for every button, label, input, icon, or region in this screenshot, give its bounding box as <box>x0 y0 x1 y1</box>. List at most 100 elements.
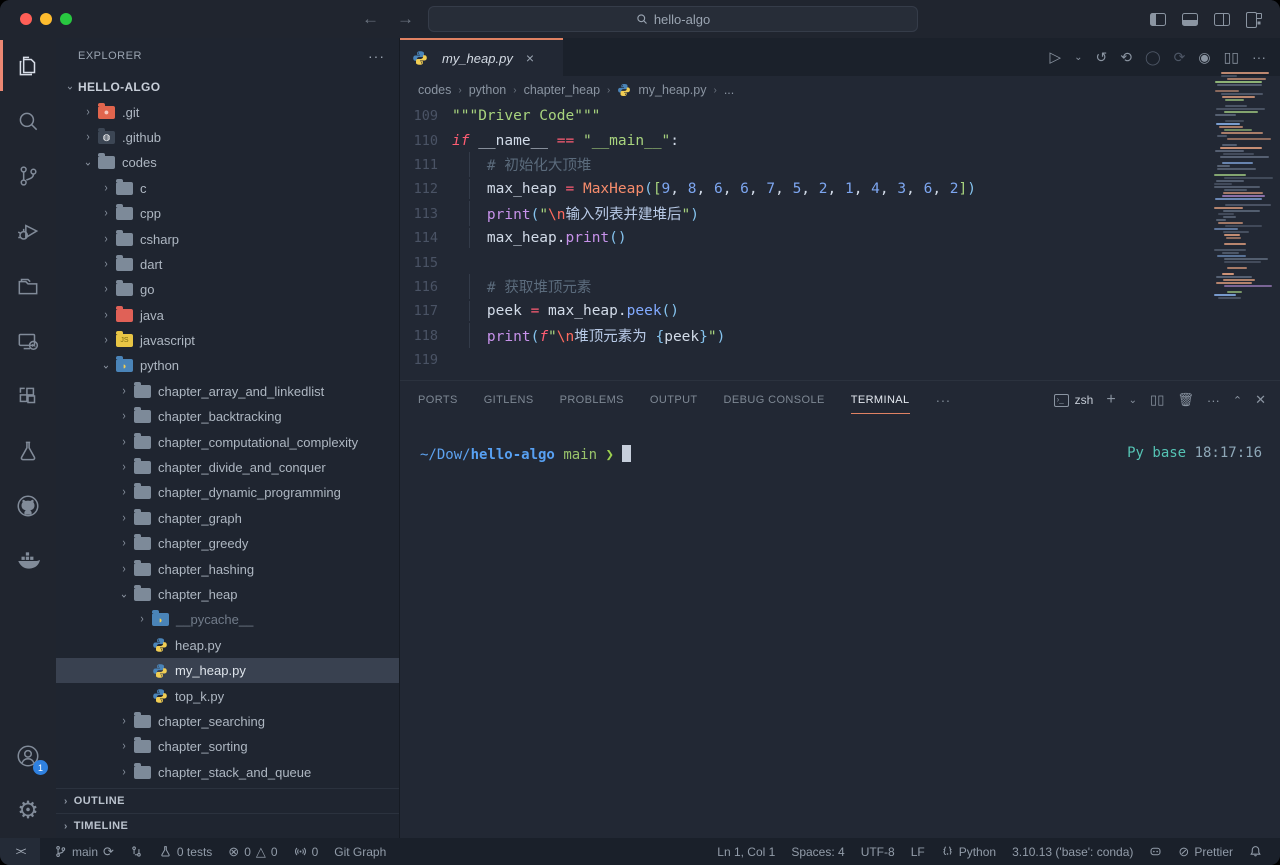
split-editor-icon[interactable]: ▯▯ <box>1224 49 1239 66</box>
close-window-button[interactable] <box>20 13 32 25</box>
close-panel-icon[interactable]: ✕ <box>1255 392 1266 408</box>
encoding-item[interactable]: UTF-8 <box>853 845 903 859</box>
indentation-item[interactable]: Spaces: 4 <box>783 845 852 859</box>
code-line-117[interactable]: 117 peek = max_heap.peek() <box>400 299 1280 323</box>
tab-my-heap-py[interactable]: my_heap.py × <box>400 38 563 76</box>
explorer-icon[interactable] <box>0 38 56 93</box>
copilot-item[interactable] <box>1141 845 1170 858</box>
panel-tab-gitlens[interactable]: GITLENS <box>484 381 534 419</box>
cursor-position-item[interactable]: Ln 1, Col 1 <box>709 845 783 859</box>
terminal-shell-chip[interactable]: ›_ zsh <box>1054 393 1094 407</box>
tests-item[interactable]: 0 tests <box>151 838 220 865</box>
run-or-debug-icon[interactable]: ◉ <box>1198 49 1210 66</box>
code-line-115[interactable]: 115 <box>400 250 1280 274</box>
run-python-file-icon[interactable]: ▷ <box>1050 48 1062 66</box>
tree-item-javascript[interactable]: ›JSjavascript <box>56 328 399 353</box>
code-line-109[interactable]: 109"""Driver Code""" <box>400 104 1280 128</box>
tree-item-dart[interactable]: ›dart <box>56 252 399 277</box>
split-terminal-icon[interactable]: ▯▯ <box>1150 392 1164 408</box>
language-mode-item[interactable]: Python <box>933 845 1004 859</box>
code-line-118[interactable]: 118 print(f"\n堆顶元素为 {peek}") <box>400 324 1280 348</box>
tree-item-python[interactable]: ⌄◗python <box>56 353 399 378</box>
notifications-item[interactable] <box>1241 845 1270 858</box>
explorer-more-actions-icon[interactable]: ··· <box>368 48 385 64</box>
tree-item-chapter-divide-and-conquer[interactable]: ›chapter_divide_and_conquer <box>56 455 399 480</box>
tree-item-c[interactable]: ›c <box>56 176 399 201</box>
tree-item-chapter-computational-complexity[interactable]: ›chapter_computational_complexity <box>56 429 399 454</box>
minimize-window-button[interactable] <box>40 13 52 25</box>
timeline-history-icon[interactable]: ↺ <box>1095 49 1107 66</box>
code-line-112[interactable]: 112 max_heap = MaxHeap([9, 8, 6, 6, 7, 5… <box>400 177 1280 201</box>
panel-more-actions-icon[interactable]: ··· <box>1207 393 1220 408</box>
git-graph-item[interactable]: Git Graph <box>326 838 394 865</box>
search-view-icon[interactable] <box>0 93 56 148</box>
git-graph-icon-item[interactable] <box>122 838 151 865</box>
tree-item-chapter-dynamic-programming[interactable]: ›chapter_dynamic_programming <box>56 480 399 505</box>
problems-item[interactable]: ⊗0 △0 <box>220 838 285 865</box>
tree-root-hello-algo[interactable]: ⌄HELLO-ALGO <box>56 74 399 99</box>
tree-item-chapter-greedy[interactable]: ›chapter_greedy <box>56 531 399 556</box>
tree-item-chapter-heap[interactable]: ⌄chapter_heap <box>56 582 399 607</box>
kill-terminal-icon[interactable]: 🗑 <box>1177 392 1194 408</box>
folders-view-icon[interactable] <box>0 258 56 313</box>
tree-item-my-heap-py[interactable]: my_heap.py <box>56 658 399 683</box>
tab-close-icon[interactable]: × <box>526 50 534 66</box>
tree-item-codes[interactable]: ⌄codes <box>56 150 399 175</box>
toggle-panel-icon[interactable] <box>1182 13 1198 26</box>
panel-tab-debug-console[interactable]: DEBUG CONSOLE <box>724 381 825 419</box>
editor-more-actions-icon[interactable]: ··· <box>1252 49 1266 65</box>
tree-item-chapter-backtracking[interactable]: ›chapter_backtracking <box>56 404 399 429</box>
sync-status-icon[interactable]: ◯ <box>1145 49 1161 66</box>
terminal-dropdown-icon[interactable]: ⌄ <box>1129 395 1137 406</box>
panel-tab-problems[interactable]: PROBLEMS <box>560 381 624 419</box>
minimap[interactable] <box>1214 72 1276 307</box>
tree-item-chapter-stack-and-queue[interactable]: ›chapter_stack_and_queue <box>56 760 399 785</box>
source-control-icon[interactable] <box>0 148 56 203</box>
tree-item-heap-py[interactable]: heap.py <box>56 633 399 658</box>
tree-item-chapter-graph[interactable]: ›chapter_graph <box>56 506 399 531</box>
toggle-secondary-sidebar-icon[interactable] <box>1214 13 1230 26</box>
toggle-primary-sidebar-icon[interactable] <box>1150 13 1166 26</box>
code-line-110[interactable]: 110if __name__ == "__main__": <box>400 128 1280 152</box>
tree-item--pycache-[interactable]: ›◗__pycache__ <box>56 607 399 632</box>
breadcrumb-item-python[interactable]: python <box>469 83 507 97</box>
run-debug-icon[interactable] <box>0 203 56 258</box>
navigate-back-icon[interactable]: ⟲ <box>1120 49 1132 66</box>
prettier-item[interactable]: ⊘ Prettier <box>1170 844 1241 860</box>
terminal-content[interactable]: ~/Dow/hello-algo main ❯ Py base 18:17:16 <box>400 419 1280 463</box>
section-timeline[interactable]: ›TIMELINE <box>56 813 399 838</box>
section-outline[interactable]: ›OUTLINE <box>56 788 399 813</box>
code-line-111[interactable]: 111 # 初始化大顶堆 <box>400 153 1280 177</box>
tree-item-chapter-hashing[interactable]: ›chapter_hashing <box>56 556 399 581</box>
settings-gear-icon[interactable]: ⚙ <box>0 783 56 838</box>
tree-item-chapter-searching[interactable]: ›chapter_searching <box>56 709 399 734</box>
history-forward-button[interactable]: → <box>397 9 414 29</box>
tree-item-top-k-py[interactable]: top_k.py <box>56 683 399 708</box>
remote-explorer-icon[interactable] <box>0 313 56 368</box>
breadcrumb-item-chapter-heap[interactable]: chapter_heap <box>524 83 600 97</box>
breadcrumb-item--[interactable]: ... <box>724 83 734 97</box>
breadcrumb-item-codes[interactable]: codes <box>418 83 451 97</box>
remote-indicator[interactable]: >< <box>0 838 40 865</box>
accounts-icon[interactable]: 1 <box>0 728 56 783</box>
code-line-119[interactable]: 119 <box>400 348 1280 372</box>
breadcrumb[interactable]: codes›python›chapter_heap›my_heap.py›... <box>400 76 1280 104</box>
maximize-panel-icon[interactable]: ⌃ <box>1233 394 1242 407</box>
customize-layout-icon[interactable] <box>1246 12 1262 26</box>
new-terminal-icon[interactable]: + <box>1106 391 1115 409</box>
zoom-window-button[interactable] <box>60 13 72 25</box>
tree-item-go[interactable]: ›go <box>56 277 399 302</box>
tree-item-chapter-array-and-linkedlist[interactable]: ›chapter_array_and_linkedlist <box>56 379 399 404</box>
history-back-button[interactable]: ← <box>362 9 379 29</box>
extensions-icon[interactable] <box>0 368 56 423</box>
command-center-search[interactable]: hello-algo <box>428 6 918 32</box>
code-line-116[interactable]: 116 # 获取堆顶元素 <box>400 275 1280 299</box>
panel-tab-output[interactable]: OUTPUT <box>650 381 698 419</box>
panel-tabs-more-icon[interactable]: ··· <box>936 381 951 419</box>
docker-icon[interactable] <box>0 533 56 588</box>
tree-item--git[interactable]: ›●.git <box>56 99 399 124</box>
run-dropdown-icon[interactable]: ⌄ <box>1074 52 1082 63</box>
code-line-114[interactable]: 114 max_heap.print() <box>400 226 1280 250</box>
tree-item-java[interactable]: ›java <box>56 303 399 328</box>
code-line-113[interactable]: 113 print("\n输入列表并建堆后") <box>400 202 1280 226</box>
